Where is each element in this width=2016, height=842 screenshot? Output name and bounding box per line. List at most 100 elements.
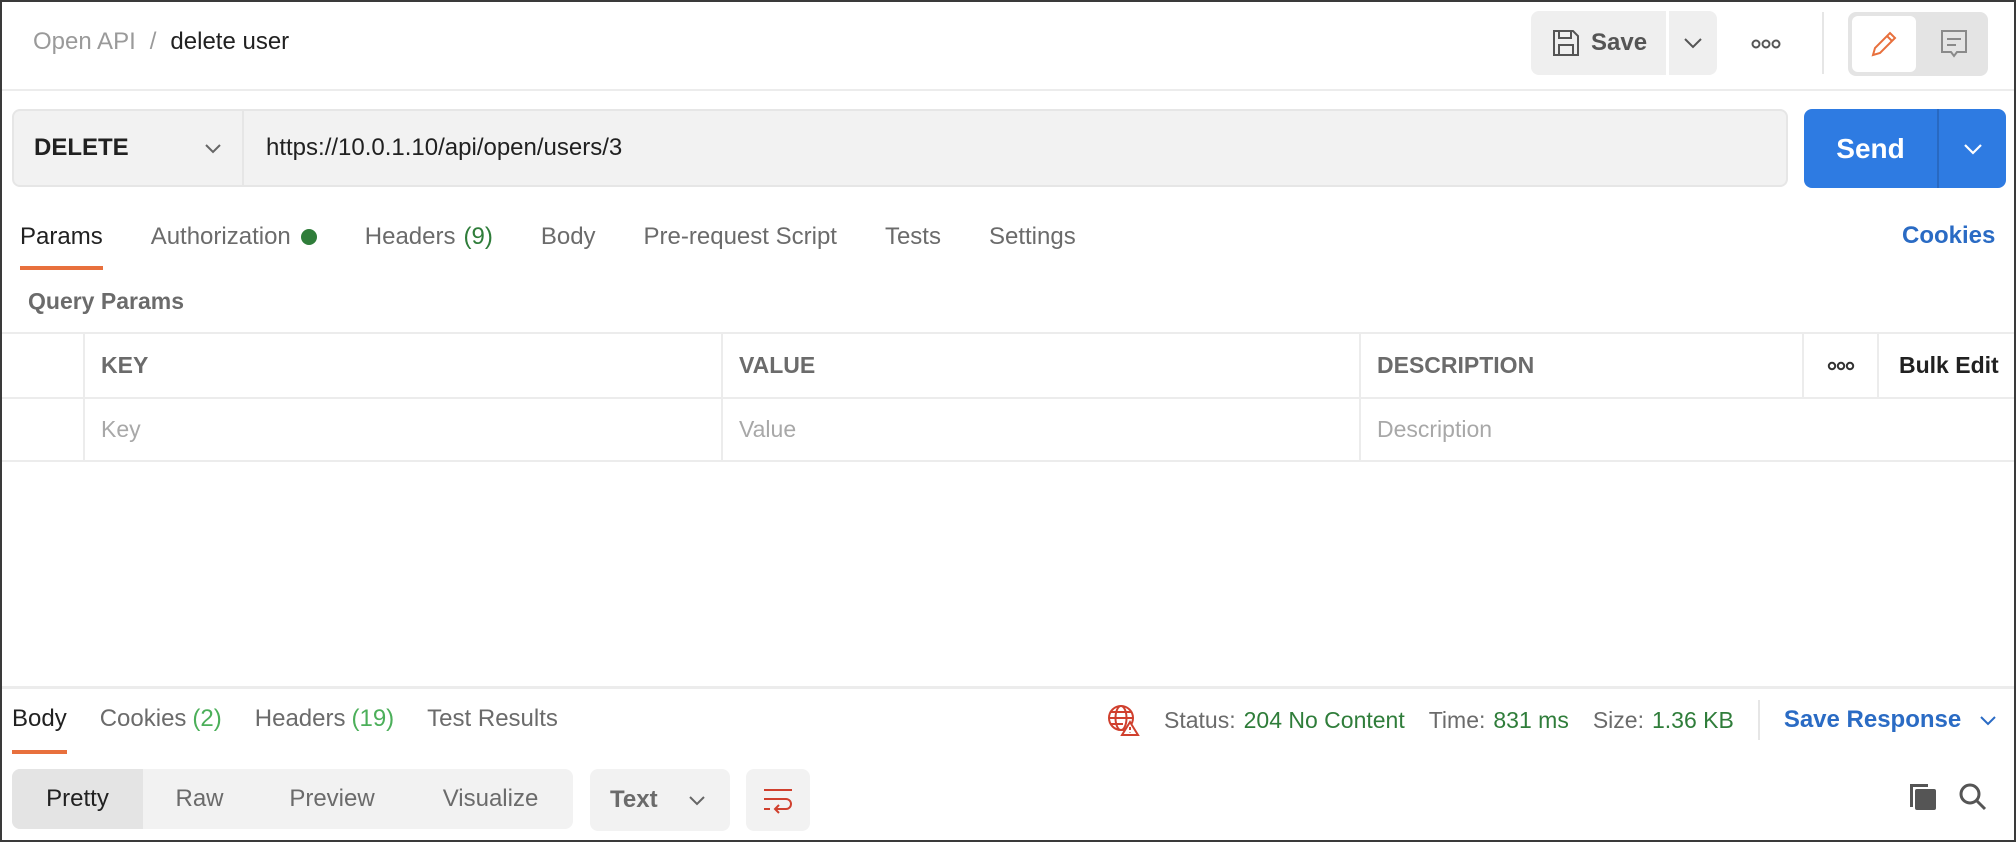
more-horizontal-icon xyxy=(1827,361,1855,371)
response-tabs: Body Cookies (2) Headers (19) Test Resul… xyxy=(12,702,591,754)
copy-response-button[interactable] xyxy=(1906,780,1940,814)
value-input[interactable] xyxy=(739,416,1359,443)
headers-count: (9) xyxy=(463,223,493,250)
send-button[interactable]: Send xyxy=(1804,109,1939,188)
table-row xyxy=(2,397,2014,462)
view-mode-raw[interactable]: Raw xyxy=(143,769,256,829)
chevron-down-icon xyxy=(1963,143,1983,155)
pencil-icon xyxy=(1868,28,1900,60)
value-cell xyxy=(723,399,1361,460)
tab-pre-request-script[interactable]: Pre-request Script xyxy=(644,220,837,254)
select-column-header xyxy=(2,334,85,397)
send-options-button[interactable] xyxy=(1939,109,2006,188)
save-response-label: Save Response xyxy=(1783,706,1962,733)
tab-label: Body xyxy=(12,705,67,732)
response-tab-test-results[interactable]: Test Results xyxy=(427,702,558,736)
chevron-down-icon xyxy=(1683,37,1703,49)
header-divider xyxy=(1822,12,1824,74)
request-tabs: Params Authorization Headers (9) Body Pr… xyxy=(20,220,1124,270)
breadcrumb-collection[interactable]: Open API xyxy=(33,28,136,56)
size-value: 1.36 KB xyxy=(1651,706,1734,733)
description-input[interactable] xyxy=(1377,416,2014,443)
network-warning-globe-icon[interactable] xyxy=(1106,703,1140,737)
wrap-lines-icon xyxy=(762,786,794,814)
tab-authorization[interactable]: Authorization xyxy=(151,220,317,254)
response-tab-body[interactable]: Body xyxy=(12,702,67,754)
tab-tests[interactable]: Tests xyxy=(885,220,941,254)
mode-toggle xyxy=(1848,12,1988,76)
request-url-bar: DELETE xyxy=(12,109,1788,187)
tab-body[interactable]: Body xyxy=(541,220,596,254)
edit-mode-button[interactable] xyxy=(1852,16,1916,72)
method-select[interactable]: DELETE xyxy=(14,111,244,185)
breadcrumb: Open API / delete user xyxy=(33,28,289,56)
bulk-edit-button[interactable]: Bulk Edit xyxy=(1879,334,2014,397)
column-header-key: KEY xyxy=(85,334,723,397)
column-label: DESCRIPTION xyxy=(1377,352,1535,378)
cookies-link[interactable]: Cookies xyxy=(1902,222,1995,250)
time-label: Time: xyxy=(1428,706,1486,733)
column-header-value: VALUE xyxy=(723,334,1361,397)
response-meta: Status: 204 No Content Time: 831 ms Size… xyxy=(1106,700,1997,740)
tab-label: Test Results xyxy=(427,705,558,732)
save-response-button[interactable]: Save Response xyxy=(1784,706,1997,734)
view-mode-pretty[interactable]: Pretty xyxy=(12,769,143,829)
time-info[interactable]: Time: 831 ms xyxy=(1429,707,1569,734)
column-options-button[interactable] xyxy=(1804,334,1879,397)
response-view-mode: Pretty Raw Preview Visualize xyxy=(12,769,573,829)
cookies-count: (2) xyxy=(192,705,222,732)
key-cell xyxy=(85,399,723,460)
save-button[interactable]: Save xyxy=(1531,11,1666,75)
tab-label: Headers xyxy=(364,223,456,250)
chevron-down-icon xyxy=(1979,715,1997,726)
headers-count: (19) xyxy=(351,705,395,732)
size-label: Size: xyxy=(1592,706,1644,733)
tab-settings[interactable]: Settings xyxy=(989,220,1076,254)
save-group: Save xyxy=(1531,11,1717,75)
size-info[interactable]: Size: 1.36 KB xyxy=(1593,707,1734,734)
breadcrumb-separator: / xyxy=(149,28,157,55)
view-mode-visualize[interactable]: Visualize xyxy=(408,769,573,829)
tab-headers[interactable]: Headers (9) xyxy=(365,220,493,254)
response-tab-headers[interactable]: Headers (19) xyxy=(255,702,394,736)
comment-mode-button[interactable] xyxy=(1924,16,1984,72)
auth-status-dot-icon xyxy=(300,229,317,245)
query-params-title: Query Params xyxy=(28,288,184,314)
search-response-button[interactable] xyxy=(1956,780,1990,814)
format-value: Text xyxy=(610,786,658,813)
response-pane-divider[interactable] xyxy=(2,686,2014,689)
url-input[interactable] xyxy=(244,111,1786,185)
copy-icon xyxy=(1908,782,1938,812)
row-checkbox-cell xyxy=(2,399,85,460)
more-horizontal-icon xyxy=(1751,39,1781,49)
tab-label: Pre-request Script xyxy=(643,223,837,250)
tab-label: Params xyxy=(20,223,103,250)
response-format-select[interactable]: Text xyxy=(590,769,730,831)
view-mode-preview[interactable]: Preview xyxy=(256,769,408,829)
response-tab-cookies[interactable]: Cookies (2) xyxy=(100,702,222,736)
tab-label: Cookies xyxy=(99,705,187,732)
description-cell xyxy=(1361,399,2014,460)
tab-label: Headers xyxy=(254,705,346,732)
tab-label: Authorization xyxy=(150,223,291,250)
status-info[interactable]: Status: 204 No Content xyxy=(1164,707,1405,734)
column-label: KEY xyxy=(101,352,149,378)
wrap-lines-button[interactable] xyxy=(746,769,810,831)
save-options-button[interactable] xyxy=(1669,11,1717,75)
method-value: DELETE xyxy=(34,134,129,161)
request-name[interactable]: delete user xyxy=(170,28,289,56)
tab-params[interactable]: Params xyxy=(20,220,103,270)
save-label: Save xyxy=(1591,29,1648,56)
more-actions-button[interactable] xyxy=(1742,24,1790,64)
meta-divider xyxy=(1757,700,1760,740)
app-window: Open API / delete user Save DELETE https… xyxy=(0,0,2016,842)
request-header: Open API / delete user Save xyxy=(2,2,2014,91)
tab-label: Settings xyxy=(988,223,1076,250)
tab-label: Tests xyxy=(884,223,941,250)
key-input[interactable] xyxy=(101,416,721,443)
column-header-description: DESCRIPTION xyxy=(1361,334,1804,397)
tab-label: Body xyxy=(540,223,596,250)
search-icon xyxy=(1958,782,1988,812)
status-label: Status: xyxy=(1164,706,1236,733)
time-value: 831 ms xyxy=(1493,706,1569,733)
